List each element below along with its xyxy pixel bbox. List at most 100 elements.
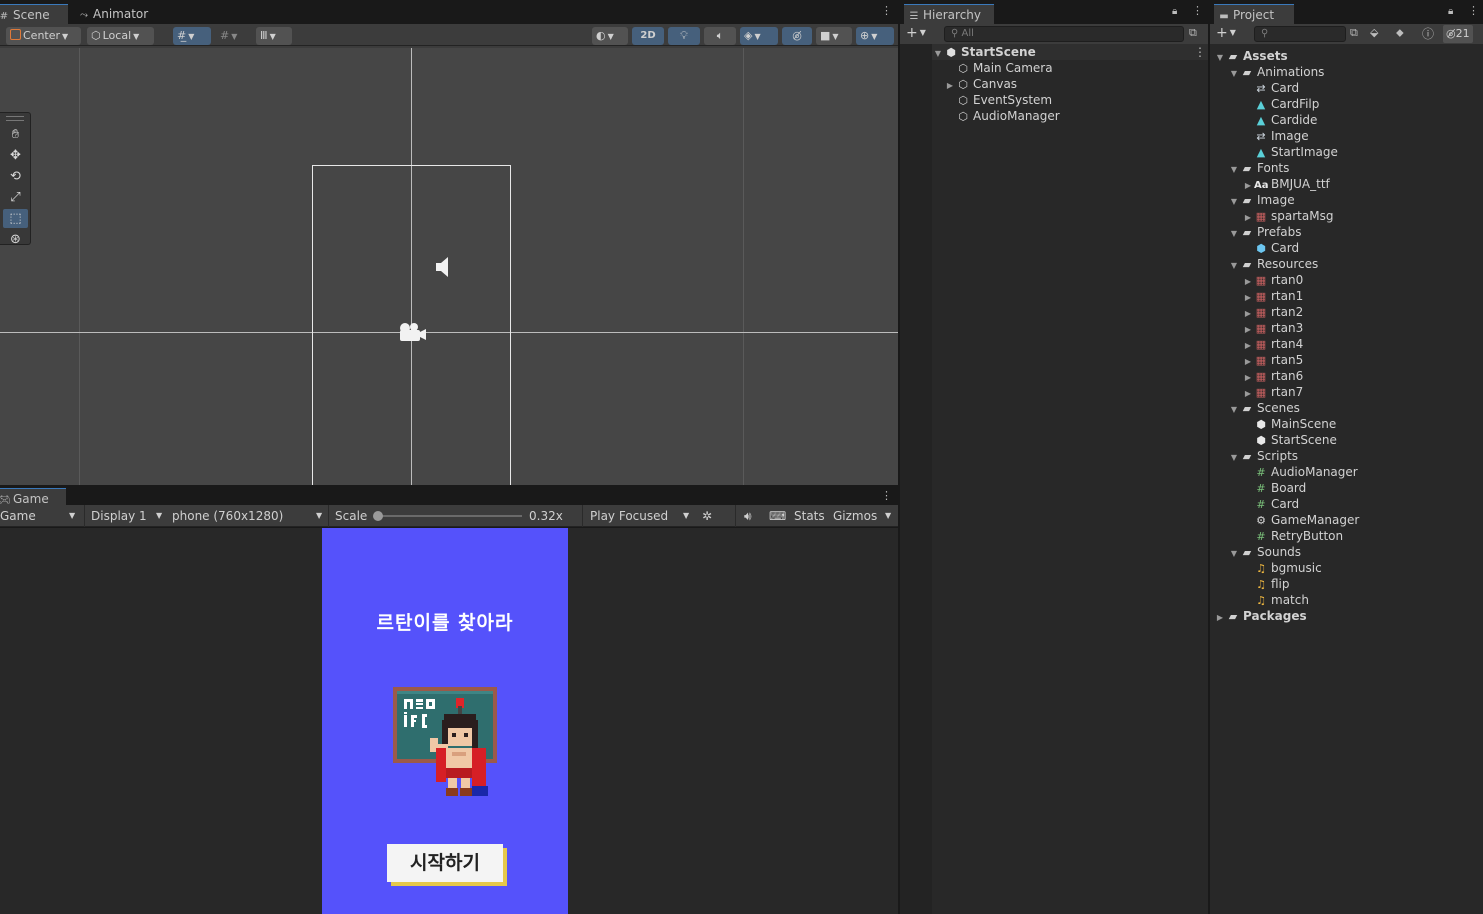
- project-tree-item[interactable]: ⚙ GameManager: [1242, 512, 1359, 528]
- audio-toggle[interactable]: 🔈︎: [704, 27, 736, 45]
- transform-tool-icon[interactable]: ⊛: [3, 230, 28, 249]
- project-tree-item[interactable]: ▼ ▰ Prefabs: [1228, 224, 1302, 240]
- lock-icon[interactable]: 🔒︎: [1172, 6, 1177, 17]
- lighting-toggle[interactable]: 💡︎: [668, 27, 700, 45]
- tag-icon[interactable]: ⬥: [1396, 26, 1404, 40]
- project-tree-item[interactable]: # Board: [1242, 480, 1306, 496]
- scene-kebab-icon[interactable]: ⋮: [1194, 44, 1206, 60]
- tab-hierarchy[interactable]: ☰ Hierarchy: [904, 4, 994, 24]
- expand-arrow-icon[interactable]: ▶: [1214, 610, 1226, 626]
- game-viewport[interactable]: 르탄이를 찾아라 시작하기: [0, 528, 898, 914]
- project-tree-item[interactable]: ⬢ MainScene: [1242, 416, 1336, 432]
- project-tree-item[interactable]: ▼ ▰ Scenes: [1228, 400, 1300, 416]
- resolution-dropdown[interactable]: phone (760x1280) ▼: [172, 505, 327, 527]
- panel-divider[interactable]: [1208, 0, 1210, 914]
- hierarchy-kebab-icon[interactable]: ⋮: [1192, 5, 1203, 16]
- expand-arrow-icon[interactable]: ▼: [1228, 226, 1240, 242]
- scene-root-row[interactable]: ▼ ⬢ StartScene ⋮: [932, 44, 1208, 60]
- expand-arrow-icon[interactable]: ▼: [1214, 50, 1226, 66]
- project-tree-item[interactable]: ⬢ StartScene: [1242, 432, 1337, 448]
- project-tree-item[interactable]: ▶ ▦ rtan3: [1242, 320, 1303, 336]
- project-tree-item[interactable]: ▶ ▦ rtan7: [1242, 384, 1303, 400]
- project-tree-item[interactable]: ▶ ▦ spartaMsg: [1242, 208, 1334, 224]
- camera-settings-button[interactable]: ■ ▼: [816, 27, 852, 45]
- scale-slider-track[interactable]: [377, 515, 522, 517]
- lock-icon[interactable]: 🔒︎: [1448, 6, 1453, 17]
- hidden-packages-toggle[interactable]: ◎̸21: [1443, 25, 1473, 43]
- search-by-type-icon[interactable]: ⧉: [1350, 26, 1358, 40]
- expand-arrow-icon[interactable]: ▼: [1228, 66, 1240, 82]
- hierarchy-item[interactable]: ⬡ Main Camera: [944, 60, 1052, 76]
- search-by-label-icon[interactable]: ⬙: [1370, 26, 1378, 39]
- play-focus-dropdown[interactable]: Play Focused ▼: [590, 505, 694, 527]
- expand-arrow-icon[interactable]: ▼: [1228, 450, 1240, 466]
- rotate-tool-icon[interactable]: ⟲: [3, 167, 28, 186]
- game-kebab-icon[interactable]: ⋮: [881, 490, 892, 501]
- project-tree-item[interactable]: ▼ ▰ Sounds: [1228, 544, 1301, 560]
- project-tree-item[interactable]: # RetryButton: [1242, 528, 1343, 544]
- hierarchy-item[interactable]: ⬡ EventSystem: [944, 92, 1052, 108]
- display-dropdown[interactable]: Display 1 ▼: [91, 505, 165, 527]
- project-tree-item[interactable]: ▼ ▰ Fonts: [1228, 160, 1289, 176]
- project-tree-item[interactable]: ▶ ▦ rtan4: [1242, 336, 1303, 352]
- project-tree-item[interactable]: ⇄ Image: [1242, 128, 1308, 144]
- hand-tool-icon[interactable]: ✋︎: [3, 125, 28, 144]
- packages-root-row[interactable]: ▶ ▰ Packages: [1214, 608, 1307, 624]
- 2d-toggle[interactable]: 2D: [632, 27, 664, 45]
- hierarchy-item[interactable]: ⬡ AudioManager: [944, 108, 1060, 124]
- scene-visibility-toggle[interactable]: ◎̸: [782, 27, 812, 45]
- start-button[interactable]: 시작하기: [387, 844, 503, 882]
- scale-slider-thumb[interactable]: [373, 511, 383, 521]
- project-tree-item[interactable]: ▼ ▰ Animations: [1228, 64, 1325, 82]
- project-tree-item[interactable]: ▶ ▦ rtan0: [1242, 272, 1303, 288]
- increment-snap-button[interactable]: Ⅲ ▼: [256, 27, 292, 45]
- project-tree-item[interactable]: # AudioManager: [1242, 464, 1357, 480]
- project-tree-item[interactable]: ▼ ▰ Scripts: [1228, 448, 1298, 464]
- tab-project[interactable]: ▬ Project: [1214, 4, 1294, 24]
- project-tree-item[interactable]: ▶ ▦ rtan6: [1242, 368, 1303, 384]
- scene-viewport[interactable]: ✋︎ ✥ ⟲ ⤢ ⬚ ⊛: [0, 48, 898, 485]
- project-tree-item[interactable]: # Card: [1242, 496, 1299, 512]
- rect-tool-icon[interactable]: ⬚: [3, 209, 28, 228]
- add-object-button[interactable]: + ▼: [906, 25, 926, 41]
- stats-button[interactable]: Stats: [794, 505, 825, 527]
- project-kebab-icon[interactable]: ⋮: [1468, 5, 1479, 16]
- bug-icon[interactable]: ✲: [702, 505, 712, 527]
- assets-root-row[interactable]: ▼ ▰ Assets: [1214, 48, 1288, 64]
- project-tree-item[interactable]: ▼ ▰ Image: [1228, 192, 1295, 208]
- expand-arrow-icon[interactable]: ▼: [1228, 258, 1240, 274]
- scene-visibility-icon[interactable]: ⧉: [1189, 26, 1197, 40]
- pivot-dropdown[interactable]: Center ▼: [6, 27, 81, 45]
- panel-divider[interactable]: [898, 0, 900, 914]
- gizmos-game-button[interactable]: Gizmos ▼: [833, 505, 895, 527]
- project-tree-item[interactable]: ♫ bgmusic: [1242, 560, 1322, 576]
- mute-audio-icon[interactable]: 🔊︎: [744, 505, 752, 527]
- project-tree-item[interactable]: ▶ Aa BMJUA_ttf: [1242, 176, 1330, 192]
- project-tree-item[interactable]: ▶ ▦ rtan5: [1242, 352, 1303, 368]
- effects-toggle[interactable]: ◈ ▼: [740, 27, 778, 45]
- space-dropdown[interactable]: ⬡ Local ▼: [87, 27, 154, 45]
- gizmos-button[interactable]: ⊕ ▼: [856, 27, 894, 45]
- scene-kebab-icon[interactable]: ⋮: [881, 5, 892, 16]
- view-select-dropdown[interactable]: Game ▼: [0, 505, 80, 527]
- project-tree-item[interactable]: ▼ ▰ Resources: [1228, 256, 1318, 272]
- scale-tool-icon[interactable]: ⤢: [3, 188, 28, 207]
- project-tree-item[interactable]: ⬢ Card: [1242, 240, 1299, 256]
- alert-icon[interactable]: ⓘ: [1422, 25, 1434, 42]
- grid-visibility-button[interactable]: # ▼: [216, 27, 252, 45]
- hierarchy-item[interactable]: ▶ ⬡ Canvas: [944, 76, 1017, 92]
- project-tree-item[interactable]: ▶ ▦ rtan1: [1242, 288, 1303, 304]
- project-tree-item[interactable]: ▲ Cardide: [1242, 112, 1318, 128]
- grid-snap-button[interactable]: #̲ ▼: [173, 27, 211, 45]
- project-tree-item[interactable]: ♫ match: [1242, 592, 1309, 608]
- project-tree-item[interactable]: ▲ StartImage: [1242, 144, 1338, 160]
- expand-arrow-icon[interactable]: ▼: [932, 46, 944, 62]
- expand-arrow-icon[interactable]: ▼: [1228, 162, 1240, 178]
- project-tree-item[interactable]: ▶ ▦ rtan2: [1242, 304, 1303, 320]
- project-tree-item[interactable]: ▲ CardFilp: [1242, 96, 1320, 112]
- tools-drag-handle[interactable]: [6, 116, 24, 121]
- expand-arrow-icon[interactable]: ▼: [1228, 402, 1240, 418]
- expand-arrow-icon[interactable]: ▼: [1228, 546, 1240, 562]
- project-tree-item[interactable]: ⇄ Card: [1242, 80, 1299, 96]
- expand-arrow-icon[interactable]: ▼: [1228, 194, 1240, 210]
